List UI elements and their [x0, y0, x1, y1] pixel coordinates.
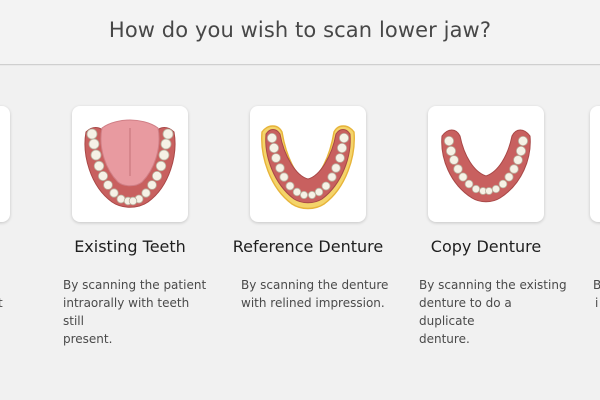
option-desc-existing-teeth: By scanning the patient intraorally with… — [63, 276, 213, 348]
desc-line: intraorally with teeth still — [63, 296, 190, 328]
option-label-existing-teeth: Existing Teeth — [74, 237, 186, 256]
option-label-copy-denture: Copy Denture — [430, 237, 542, 256]
denture-copy-icon — [441, 129, 531, 203]
desc-line: By scanning the existing — [419, 278, 567, 292]
option-card-copy-denture[interactable] — [428, 106, 544, 222]
partial-option-desc-right-line1: B — [593, 278, 600, 292]
desc-line: denture to do a duplicate — [419, 296, 512, 328]
desc-line: By scanning the denture — [241, 278, 389, 292]
partial-option-card-right[interactable] — [590, 106, 600, 222]
desc-line: present. — [63, 332, 113, 346]
option-card-reference-denture[interactable] — [250, 106, 366, 222]
option-desc-reference-denture: By scanning the denture with relined imp… — [241, 276, 391, 312]
partial-option-card-left[interactable] — [0, 106, 10, 222]
option-card-existing-teeth[interactable] — [72, 106, 188, 222]
lower-jaw-with-tongue-icon — [84, 119, 176, 208]
desc-line: with relined impression. — [241, 296, 385, 310]
desc-line: By scanning the patient — [63, 278, 207, 292]
header: How do you wish to scan lower jaw? — [0, 0, 600, 65]
partial-option-desc-right-line2: i — [595, 296, 599, 310]
option-label-reference-denture: Reference Denture — [232, 237, 384, 256]
desc-line: denture. — [419, 332, 470, 346]
denture-with-impression-icon — [261, 125, 355, 210]
option-desc-copy-denture: By scanning the existing denture to do a… — [419, 276, 569, 348]
scan-lower-jaw-page: How do you wish to scan lower jaw? t Exi… — [0, 0, 600, 400]
page-title: How do you wish to scan lower jaw? — [108, 18, 492, 42]
partial-option-desc-left: t — [0, 296, 3, 310]
